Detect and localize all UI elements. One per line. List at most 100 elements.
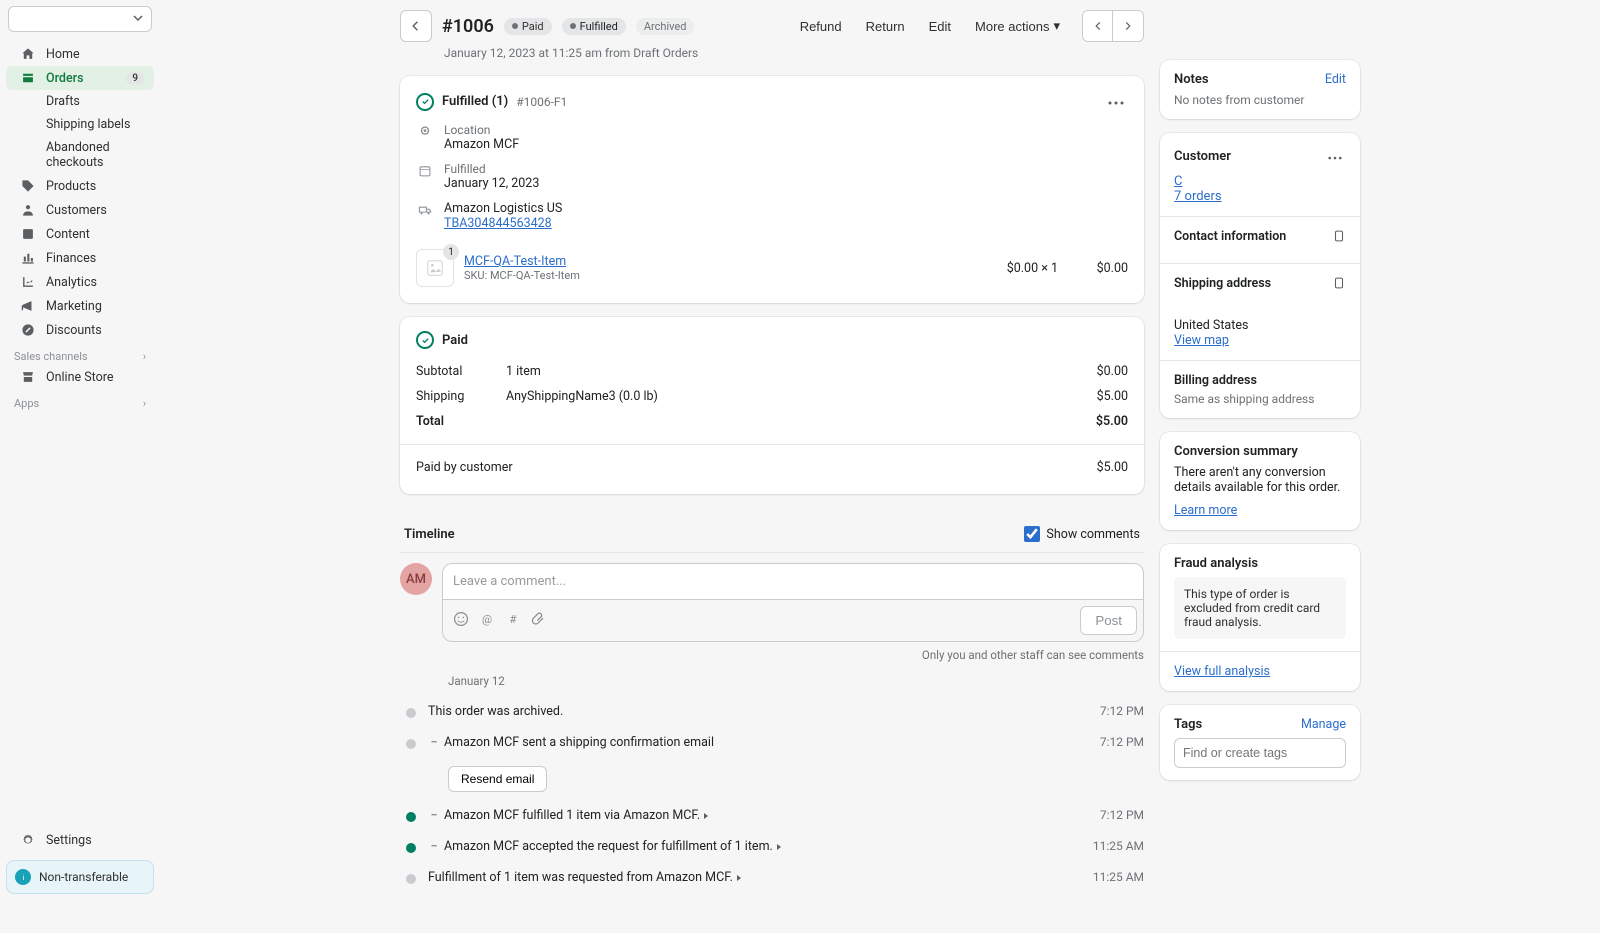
person-icon <box>20 202 36 218</box>
fraud-view-link[interactable]: View full analysis <box>1174 664 1270 679</box>
svg-text:i: i <box>22 873 24 882</box>
timeline-title: Timeline <box>404 527 455 542</box>
tags-input[interactable] <box>1174 738 1346 768</box>
collapse-icon[interactable]: − <box>428 839 440 854</box>
collapse-icon[interactable]: − <box>428 808 440 823</box>
shipping-label: Shipping <box>416 389 506 404</box>
location-value: Amazon MCF <box>444 137 519 152</box>
nav-marketing[interactable]: Marketing <box>6 294 154 318</box>
home-icon <box>20 46 36 62</box>
timeline-time: 7:12 PM <box>1100 808 1144 822</box>
back-button[interactable] <box>400 10 432 42</box>
nav-orders[interactable]: Orders9 <box>6 66 154 90</box>
marketing-icon <box>20 298 36 314</box>
fulfilled-badge: Fulfilled <box>562 18 626 35</box>
paidby-label: Paid by customer <box>416 460 1097 475</box>
nav-products[interactable]: Products <box>6 174 154 198</box>
kebab-menu[interactable] <box>1104 90 1128 113</box>
attach-icon[interactable] <box>531 611 547 631</box>
paid-title: Paid <box>442 333 468 348</box>
return-button[interactable]: Return <box>856 13 915 40</box>
location-icon <box>416 123 434 139</box>
nav-label: Drafts <box>46 94 80 109</box>
discount-icon <box>20 322 36 338</box>
tracking-link[interactable]: TBA304844563428 <box>444 216 552 231</box>
nav-online-store[interactable]: Online Store <box>6 365 154 389</box>
comment-privacy-note: Only you and other staff can see comment… <box>400 648 1144 662</box>
customer-card: Customer C 7 orders Contact information … <box>1160 133 1360 418</box>
nav-home[interactable]: Home <box>6 42 154 66</box>
expand-icon[interactable] <box>704 813 708 819</box>
subtotal-label: Subtotal <box>416 364 506 379</box>
fulfilled-label: Fulfilled <box>444 162 539 176</box>
kebab-menu[interactable] <box>1324 145 1346 168</box>
location-label: Location <box>444 123 519 137</box>
paidby-amt: $5.00 <box>1097 460 1128 475</box>
nav-settings[interactable]: Settings <box>6 828 154 852</box>
timeline-time: 11:25 AM <box>1093 839 1144 853</box>
learn-more-link[interactable]: Learn more <box>1174 503 1237 518</box>
paid-badge: Paid <box>504 18 552 35</box>
notes-edit[interactable]: Edit <box>1325 72 1346 87</box>
check-circle-icon <box>416 93 434 111</box>
fraud-card: Fraud analysis This type of order is exc… <box>1160 544 1360 691</box>
tags-manage[interactable]: Manage <box>1301 717 1346 732</box>
expand-icon[interactable] <box>777 844 781 850</box>
item-link[interactable]: MCF-QA-Test-Item <box>464 254 566 269</box>
staff-avatar: AM <box>400 563 432 595</box>
show-comments-toggle[interactable]: Show comments <box>1024 526 1140 542</box>
line-item: 1 MCF-QA-Test-ItemSKU: MCF-QA-Test-Item … <box>416 241 1128 289</box>
store-selector[interactable] <box>8 6 152 32</box>
nav-label: Online Store <box>46 370 113 385</box>
fulfillment-title: Fulfilled (1) <box>442 94 508 109</box>
timeline-time: 7:12 PM <box>1100 704 1144 718</box>
contact-label: Contact information <box>1174 229 1286 247</box>
nav-drafts[interactable]: Drafts <box>6 90 154 113</box>
nav-abandoned[interactable]: Abandoned checkouts <box>6 136 154 174</box>
next-order-button[interactable] <box>1113 11 1143 41</box>
nav-label: Abandoned checkouts <box>46 140 144 170</box>
clipboard-icon[interactable] <box>1332 229 1346 247</box>
nav-analytics[interactable]: Analytics <box>6 270 154 294</box>
expand-icon[interactable] <box>737 875 741 881</box>
nav-label: Customers <box>46 203 107 218</box>
post-button[interactable]: Post <box>1080 606 1137 635</box>
product-thumb: 1 <box>416 249 454 287</box>
carrier: Amazon Logistics US <box>444 201 562 216</box>
nontransfer-banner[interactable]: iNon-transferable <box>6 860 154 894</box>
emoji-icon[interactable] <box>453 611 469 631</box>
mention-icon[interactable]: @ <box>479 611 495 631</box>
hash-icon[interactable]: # <box>505 611 521 631</box>
subtotal-items: 1 item <box>506 364 1097 379</box>
nav-finances[interactable]: Finances <box>6 246 154 270</box>
notes-title: Notes <box>1174 72 1209 87</box>
nav-shipping-labels[interactable]: Shipping labels <box>6 113 154 136</box>
customer-orders-link[interactable]: 7 orders <box>1174 189 1222 204</box>
edit-button[interactable]: Edit <box>919 13 961 40</box>
store-icon <box>20 369 36 385</box>
collapse-icon[interactable]: − <box>428 735 440 750</box>
timeline-date: January 12 <box>400 674 1144 688</box>
clipboard-icon[interactable] <box>1332 276 1346 294</box>
customer-link[interactable]: C <box>1174 174 1182 189</box>
nav-customers[interactable]: Customers <box>6 198 154 222</box>
shipping-method: AnyShippingName3 (0.0 lb) <box>506 389 1097 404</box>
nav-label: Finances <box>46 251 96 266</box>
chevron-right-icon[interactable]: › <box>143 350 146 363</box>
nav-discounts[interactable]: Discounts <box>6 318 154 342</box>
more-actions-button[interactable]: More actions▾ <box>965 12 1070 40</box>
resend-email-button[interactable]: Resend email <box>448 766 547 792</box>
total-amt: $5.00 <box>1096 414 1128 429</box>
chevron-right-icon[interactable]: › <box>143 397 146 410</box>
refund-button[interactable]: Refund <box>790 13 852 40</box>
nav-content[interactable]: Content <box>6 222 154 246</box>
nav-label: Shipping labels <box>46 117 130 132</box>
timeline-event: Amazon MCF sent a shipping confirmation … <box>444 735 714 750</box>
view-map-link[interactable]: View map <box>1174 333 1229 348</box>
prev-order-button[interactable] <box>1083 11 1113 41</box>
comment-input[interactable]: Leave a comment... <box>442 563 1144 599</box>
item-price: $0.00 × 1 <box>968 261 1058 276</box>
show-comments-checkbox[interactable] <box>1024 526 1040 542</box>
billing-label: Billing address <box>1174 373 1257 388</box>
timeline-event: Fulfillment of 1 item was requested from… <box>428 870 733 885</box>
